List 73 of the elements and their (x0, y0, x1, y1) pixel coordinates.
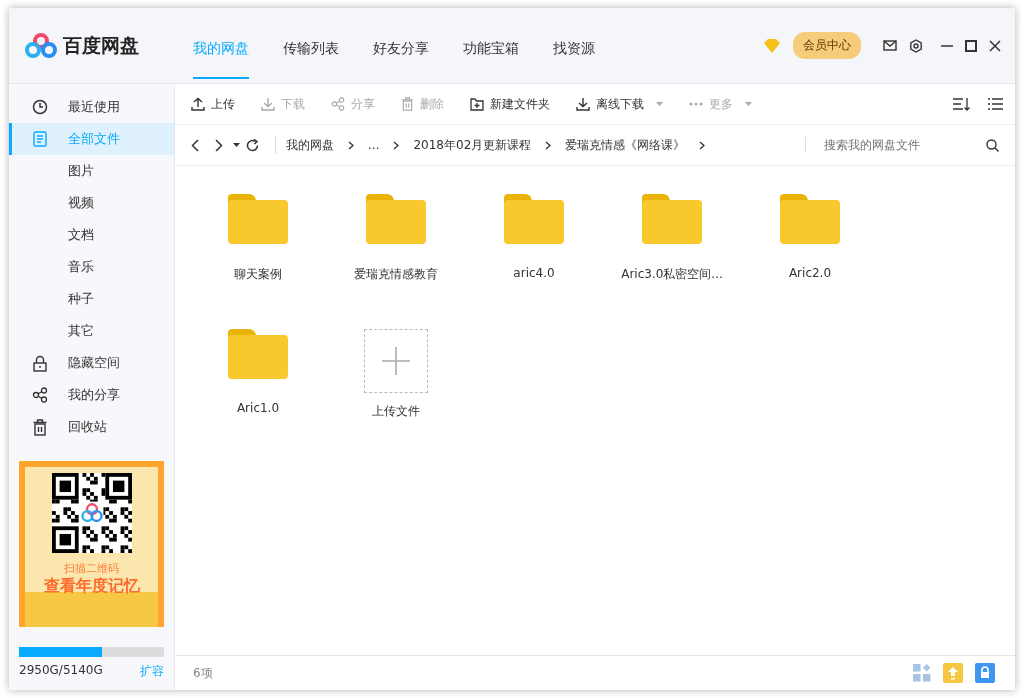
document-icon (33, 131, 47, 147)
toolbar-button[interactable]: 新建文件夹 (470, 91, 558, 117)
nav-tab[interactable]: 好友分享 (373, 12, 429, 79)
promo-title: 查看年度记忆 (43, 576, 140, 597)
item-count: 6项 (193, 664, 213, 682)
diamond-coin-icon[interactable] (763, 37, 781, 54)
list-view-icon[interactable] (988, 98, 1003, 110)
close-icon[interactable] (989, 39, 1001, 52)
nav-tab[interactable]: 功能宝箱 (463, 12, 519, 79)
folder-icon[interactable] (228, 329, 288, 379)
refresh-icon[interactable] (246, 138, 259, 152)
share-icon (32, 387, 48, 403)
folder-icon[interactable] (228, 194, 288, 244)
lock-icon (33, 354, 47, 372)
nav-tab[interactable]: 传输列表 (283, 12, 339, 79)
file-name[interactable]: aric4.0 (513, 266, 555, 280)
sidebar-item[interactable]: 音乐 (9, 251, 174, 283)
file-name[interactable]: 爱瑞克情感教育 (354, 266, 438, 283)
folder-icon[interactable] (642, 194, 702, 244)
new-folder-icon (470, 97, 484, 111)
apps-grid-icon[interactable] (913, 664, 931, 682)
breadcrumb-item[interactable]: ... (368, 138, 380, 152)
toolbar-button[interactable]: 上传 (191, 91, 243, 117)
breadcrumb-item[interactable]: 2018年02月更新课程 (413, 136, 532, 154)
chevron-icon (699, 140, 706, 150)
sidebar-item[interactable]: 其它 (9, 315, 174, 347)
sort-icon[interactable] (953, 97, 970, 111)
trash-icon (401, 97, 414, 111)
search-field[interactable]: 搜索我的网盘文件 (805, 137, 999, 153)
upload-tile[interactable] (364, 329, 428, 393)
storage-reading: 2950G/5140G (19, 663, 103, 679)
file-name[interactable]: Aric2.0 (788, 266, 832, 280)
chevron-icon (545, 140, 552, 150)
search-icon[interactable] (986, 138, 999, 152)
mail-icon[interactable] (883, 40, 897, 51)
file-name[interactable]: Aric1.0 (236, 401, 280, 415)
promo-caption: 扫描二维码 (64, 561, 119, 576)
file-name[interactable]: Aric3.0私密空间... (621, 266, 723, 283)
breadcrumb-item[interactable]: 爱瑞克情感《网络课》 (565, 136, 686, 154)
sidebar-item[interactable]: 最近使用 (9, 91, 174, 123)
upload-icon (191, 97, 205, 111)
sidebar-item[interactable]: 视频 (9, 187, 174, 219)
sidebar-item[interactable]: 回收站 (9, 411, 174, 443)
chevron-icon (393, 140, 400, 150)
trash-icon (33, 418, 47, 436)
download-icon (261, 97, 275, 111)
sidebar-item[interactable]: 我的分享 (9, 379, 174, 411)
lock-icon[interactable] (975, 663, 995, 683)
cloud-logo-icon (25, 32, 57, 59)
clock-icon (32, 99, 48, 115)
toolbar-button[interactable]: 离线下载 (576, 91, 671, 117)
plus-icon (381, 346, 411, 376)
sidebar-item[interactable]: 隐藏空间 (9, 347, 174, 379)
breadcrumb-item[interactable]: 我的网盘 (286, 136, 334, 154)
file-name[interactable]: 聊天案例 (234, 266, 282, 283)
maximize-icon[interactable] (965, 39, 977, 52)
folder-icon[interactable] (504, 194, 564, 244)
folder-icon[interactable] (366, 194, 426, 244)
folder-upload-icon[interactable] (943, 663, 963, 683)
settings-icon[interactable] (909, 38, 923, 53)
sidebar-item[interactable]: 文档 (9, 219, 174, 251)
share-icon (331, 97, 345, 111)
nav-tab[interactable]: 找资源 (553, 12, 595, 79)
file-name[interactable]: 上传文件 (372, 403, 420, 420)
sidebar-item[interactable]: 种子 (9, 283, 174, 315)
more-dots-icon (689, 102, 703, 106)
folder-icon[interactable] (780, 194, 840, 244)
app-name: 百度网盘 (63, 32, 139, 58)
download-icon (576, 97, 590, 111)
caret-icon[interactable] (233, 143, 240, 147)
sidebar-item[interactable]: 图片 (9, 155, 174, 187)
member-center-button[interactable]: 会员中心 (793, 32, 861, 59)
chevron-icon (348, 140, 354, 150)
